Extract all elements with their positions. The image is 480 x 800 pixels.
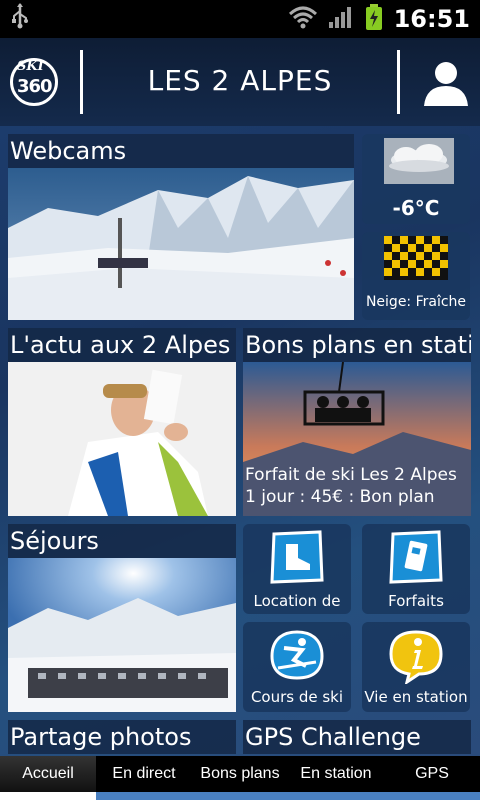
bonsplans-line2: 1 jour : 45€ : Bon plan xyxy=(245,487,435,507)
weather-tile[interactable]: -6°C xyxy=(362,134,470,224)
header-divider-left xyxy=(80,50,83,114)
signal-icon xyxy=(328,5,354,33)
bonsplans-text: Forfait de ski Les 2 Alpes 1 jour : 45€ … xyxy=(245,464,457,508)
tab-en-direct[interactable]: En direct xyxy=(96,756,192,792)
battery-charging-icon xyxy=(364,3,384,35)
actu-image xyxy=(8,362,236,516)
logo-num-text: 360 xyxy=(17,76,53,97)
location-label: Location de xyxy=(253,592,341,610)
skier-icon xyxy=(268,628,326,688)
sejours-tile[interactable]: Séjours xyxy=(8,524,236,712)
vie-tile[interactable]: Vie en station xyxy=(362,622,470,712)
vie-label: Vie en station xyxy=(364,688,468,706)
snow-condition-icon xyxy=(384,236,448,280)
actu-tile[interactable]: L'actu aux 2 Alpes xyxy=(8,328,236,516)
info-icon xyxy=(387,628,445,688)
wifi-icon xyxy=(288,5,318,33)
tab-en-station[interactable]: En station xyxy=(288,756,384,792)
status-time: 16:51 xyxy=(393,5,470,33)
bonsplans-title: Bons plans en station xyxy=(243,328,471,362)
ski-boot-icon xyxy=(268,530,326,588)
gps-tile[interactable]: GPS Challenge xyxy=(243,720,471,756)
partage-tile[interactable]: Partage photos xyxy=(8,720,236,756)
tab-accueil[interactable]: Accueil xyxy=(0,756,96,792)
bonsplans-tile[interactable]: Bons plans en station Forfait de ski Les… xyxy=(243,328,471,516)
tab-indicator xyxy=(0,792,480,800)
sejours-title: Séjours xyxy=(8,524,236,558)
webcams-tile[interactable]: Webcams xyxy=(8,134,354,320)
ski-pass-icon xyxy=(387,530,445,588)
user-profile-icon[interactable] xyxy=(422,58,470,106)
bottom-tab-bar: Accueil En direct Bons plans En station … xyxy=(0,756,480,792)
sejours-image xyxy=(8,558,236,712)
cours-label: Cours de ski xyxy=(250,688,344,706)
ski360-logo[interactable]: SKI 360 xyxy=(8,56,60,108)
webcam-image xyxy=(8,168,354,320)
tab-indicator-active xyxy=(0,792,96,800)
tab-gps[interactable]: GPS xyxy=(384,756,480,792)
app-header: SKI 360 LES 2 ALPES xyxy=(0,38,480,126)
page-title: LES 2 ALPES xyxy=(147,64,333,97)
weather-temp: -6°C xyxy=(392,196,440,220)
usb-icon xyxy=(10,3,30,35)
partage-title: Partage photos xyxy=(8,720,236,754)
gps-title: GPS Challenge xyxy=(243,720,471,754)
cours-tile[interactable]: Cours de ski xyxy=(243,622,351,712)
cloud-icon xyxy=(384,138,454,184)
logo-ski-text: SKI xyxy=(17,59,44,74)
header-divider-right xyxy=(397,50,400,114)
snow-tile[interactable]: Neige: Fraîche xyxy=(362,232,470,320)
bonsplans-line1: Forfait de ski Les 2 Alpes xyxy=(245,465,457,485)
status-bar: 16:51 xyxy=(0,0,480,38)
snow-label: Neige: Fraîche xyxy=(365,294,467,310)
forfaits-label: Forfaits xyxy=(388,592,444,610)
forfaits-tile[interactable]: Forfaits xyxy=(362,524,470,614)
tab-bons-plans[interactable]: Bons plans xyxy=(192,756,288,792)
webcams-title: Webcams xyxy=(8,134,354,168)
actu-title: L'actu aux 2 Alpes xyxy=(8,328,236,362)
location-tile[interactable]: Location de xyxy=(243,524,351,614)
